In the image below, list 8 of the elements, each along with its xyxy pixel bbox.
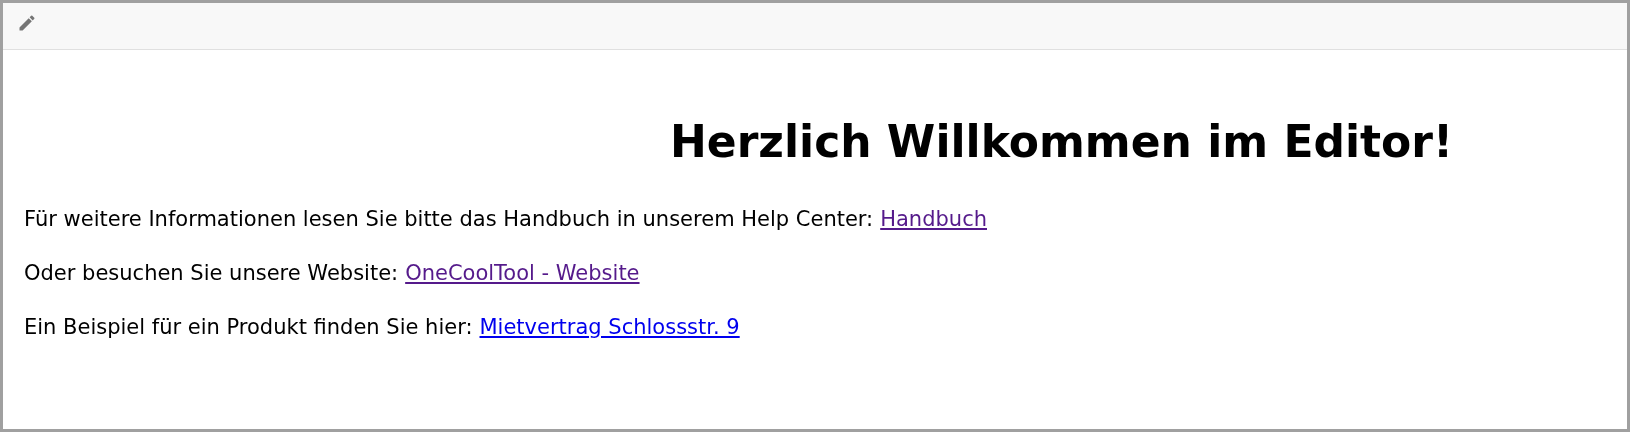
info-text: Für weitere Informationen lesen Sie bitte das Handbuch in unserem Help Center:	[24, 206, 874, 233]
page-heading: Herzlich Willkommen im Editor!	[670, 115, 1455, 169]
text-link[interactable]: Handbuch	[880, 204, 987, 234]
text-link[interactable]: OneCoolTool - Website	[405, 258, 640, 288]
pencil-icon[interactable]	[17, 13, 37, 33]
text-link[interactable]: Mietvertrag Schlossstr. 9	[479, 312, 740, 342]
info-text: Ein Beispiel für ein Produkt finden Sie hier:	[24, 314, 473, 341]
info-text: Oder besuchen Sie unsere Website:	[24, 260, 399, 287]
